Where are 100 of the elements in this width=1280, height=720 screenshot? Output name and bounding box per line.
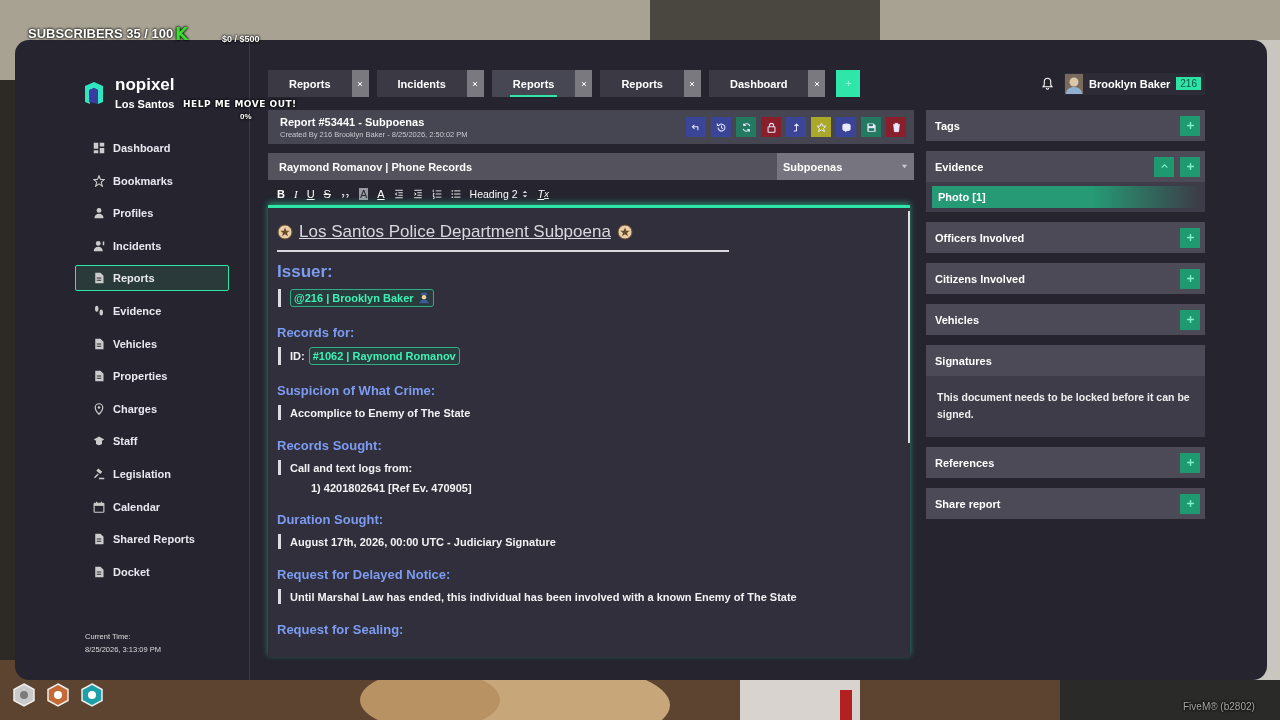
document-icon	[93, 337, 105, 350]
close-icon[interactable]	[812, 79, 821, 88]
add-button[interactable]	[1180, 309, 1200, 330]
close-icon[interactable]	[356, 79, 365, 88]
plus-icon	[1184, 273, 1196, 284]
undo-button[interactable]	[686, 117, 706, 137]
nav-item[interactable]: Incidents	[75, 232, 229, 259]
title-field[interactable]: Raymond Romanov | Phone Records	[268, 153, 777, 180]
plus-icon	[1184, 161, 1196, 172]
highlight-button[interactable]: A	[358, 188, 369, 200]
nav-item[interactable]: Shared Reports	[75, 526, 229, 553]
cap-icon	[93, 435, 105, 448]
document-icon	[93, 565, 105, 578]
document-icon	[93, 370, 105, 383]
section-heading: Request for Sealing:	[277, 622, 405, 637]
sort-arrows-icon	[522, 189, 529, 199]
ordered-list-icon[interactable]	[431, 189, 442, 199]
nav-item[interactable]: Bookmarks	[75, 167, 229, 194]
lock-button[interactable]	[761, 117, 781, 137]
quote-text: Until Marshal Law has ended, this individual has been involved with a known Enemy of The State	[290, 590, 797, 603]
document-editor[interactable]	[268, 205, 910, 657]
close-icon[interactable]	[688, 79, 697, 88]
city-name: Los Santos	[115, 98, 175, 110]
user-chip[interactable]: Brooklyn Baker 216	[1064, 72, 1205, 95]
plus-icon	[1184, 232, 1196, 243]
save-button[interactable]	[861, 117, 881, 137]
add-button[interactable]	[1180, 227, 1200, 248]
section-heading: Records for:	[277, 325, 356, 340]
tab[interactable]: Dashboard	[709, 70, 826, 97]
tab[interactable]: Incidents	[376, 70, 484, 97]
star-button[interactable]	[811, 117, 831, 137]
refresh-button[interactable]	[736, 117, 756, 137]
italic-button[interactable]: I	[293, 188, 298, 200]
chat-button[interactable]	[836, 117, 856, 137]
quote-text: Accomplice to Enemy of The State	[290, 406, 471, 419]
section-title: References	[935, 456, 995, 469]
badge-number: 216	[1176, 77, 1201, 90]
star-badge-icon	[616, 224, 633, 240]
plus-icon	[1184, 120, 1196, 131]
section-title: Tags	[935, 119, 960, 132]
add-button[interactable]	[1180, 115, 1200, 136]
add-button[interactable]	[1180, 156, 1200, 177]
nav-item[interactable]: Legislation	[75, 460, 229, 487]
delete-button[interactable]	[886, 117, 906, 137]
quote-text: August 17th, 2026, 00:00 UTC - Judiciary Signature	[290, 535, 556, 548]
history-icon	[715, 121, 727, 133]
nav-item[interactable]: Charges	[75, 395, 229, 422]
history-button[interactable]	[711, 117, 731, 137]
mention-tag[interactable]: @216 | Brooklyn Baker	[290, 289, 434, 307]
calendar-icon	[93, 500, 105, 513]
tab[interactable]: Reports	[491, 70, 593, 97]
nav-item[interactable]: Calendar	[75, 493, 229, 520]
nav-item[interactable]: Reports	[75, 265, 229, 292]
heading-select[interactable]: Heading 2	[469, 188, 529, 200]
add-button[interactable]	[1180, 493, 1200, 514]
bell-icon[interactable]	[1041, 77, 1054, 90]
close-icon[interactable]	[579, 79, 588, 88]
nav-item[interactable]: Dashboard	[75, 135, 229, 161]
quote-text: Call and text logs from:	[290, 461, 413, 474]
strike-button[interactable]: S	[323, 188, 331, 200]
avatar-icon	[1065, 73, 1083, 94]
add-button[interactable]	[1180, 268, 1200, 289]
section-heading: Issuer:	[277, 262, 334, 282]
logo-icon	[83, 79, 105, 106]
underline-button[interactable]: U	[306, 188, 315, 200]
tab[interactable]: Reports	[600, 70, 701, 97]
section-title: Officers Involved	[935, 231, 1025, 244]
upload-button[interactable]	[786, 117, 806, 137]
nav-item[interactable]: Profiles	[75, 200, 229, 227]
add-button[interactable]	[1180, 452, 1200, 473]
section-title: Vehicles	[935, 313, 980, 326]
nav-item[interactable]: Staff	[75, 428, 229, 455]
nav-item[interactable]: Vehicles	[75, 330, 229, 357]
gavel-icon	[93, 467, 105, 480]
star-icon	[815, 121, 827, 133]
bold-button[interactable]: B	[277, 188, 285, 200]
section-heading: Records Sought:	[277, 438, 383, 453]
mention-tag[interactable]: #1062 | Raymond Romanov	[308, 347, 460, 365]
indent-icon[interactable]	[412, 189, 423, 199]
section-heading: Suspicion of What Crime:	[277, 383, 437, 398]
star-badge-icon	[277, 224, 293, 240]
new-tab-button[interactable]	[836, 70, 861, 97]
nav-item[interactable]: Docket	[75, 558, 229, 585]
grid-icon	[93, 142, 105, 154]
close-icon[interactable]	[471, 79, 480, 88]
scrollbar[interactable]	[908, 211, 910, 443]
outdent-icon[interactable]	[393, 189, 404, 199]
officer-icon	[417, 292, 430, 304]
section-title: Citizens Involved	[935, 272, 1025, 285]
chat-icon	[840, 121, 852, 133]
plus-icon	[1184, 314, 1196, 325]
nav-item[interactable]: Evidence	[75, 297, 229, 324]
tab[interactable]: Reports	[268, 70, 369, 97]
save-icon	[865, 121, 877, 133]
category-dropdown[interactable]: Subpoenas	[777, 153, 914, 180]
collapse-button[interactable]	[1154, 156, 1174, 177]
color-button[interactable]: A	[377, 188, 385, 200]
logo: K	[175, 24, 189, 44]
nav-item[interactable]: Properties	[75, 363, 229, 390]
bullet-list-icon[interactable]	[450, 189, 461, 199]
